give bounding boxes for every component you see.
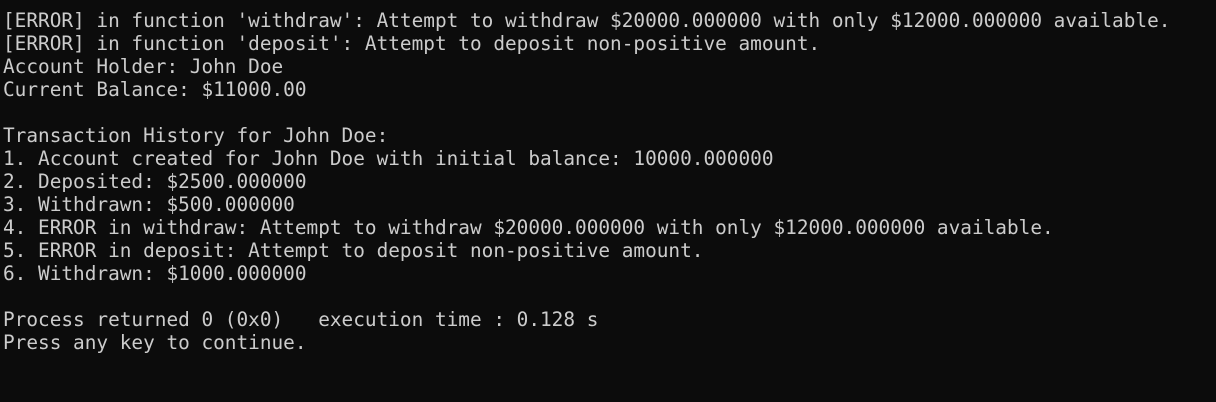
console-window[interactable]: [ERROR] in function 'withdraw': Attempt … [0,0,1216,402]
account-holder-line: Account Holder: John Doe [3,55,284,78]
history-item: 3. Withdrawn: $500.000000 [3,193,295,216]
current-balance-line: Current Balance: $11000.00 [3,78,307,101]
history-item: 1. Account created for John Doe with ini… [3,147,774,170]
history-item: 6. Withdrawn: $1000.000000 [3,262,307,285]
history-item: 5. ERROR in deposit: Attempt to deposit … [3,239,704,262]
error-line-withdraw: [ERROR] in function 'withdraw': Attempt … [3,9,1171,32]
continue-prompt-line: Press any key to continue. [3,331,307,354]
history-item: 4. ERROR in withdraw: Attempt to withdra… [3,216,1054,239]
history-item: 2. Deposited: $2500.000000 [3,170,307,193]
error-line-deposit: [ERROR] in function 'deposit': Attempt t… [3,32,821,55]
process-status-line: Process returned 0 (0x0) execution time … [3,308,599,331]
history-title: Transaction History for John Doe: [3,124,389,147]
